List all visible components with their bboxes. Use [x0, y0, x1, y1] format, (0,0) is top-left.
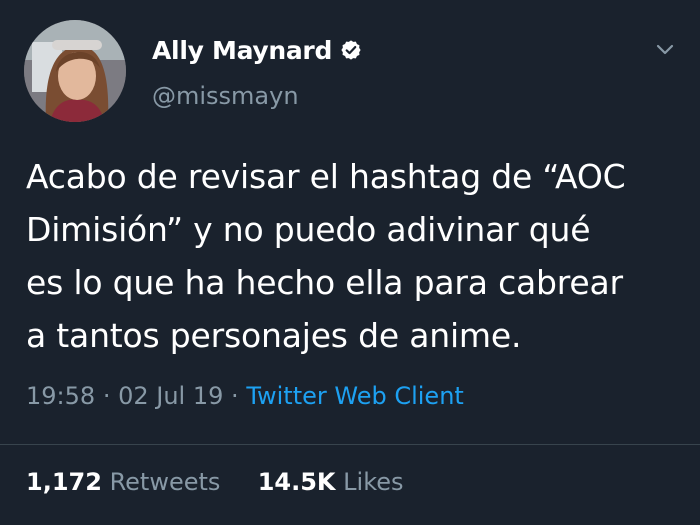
- likes-label: Likes: [343, 468, 404, 496]
- tweet-line: Acabo de revisar el hashtag de “AOC: [26, 157, 626, 196]
- retweets-count: 1,172: [26, 468, 102, 496]
- tweet-line: a tantos personajes de anime.: [26, 316, 522, 355]
- client-link[interactable]: Twitter Web Client: [246, 382, 464, 410]
- tweet-line: Dimisión” y no puedo adivinar qué: [26, 210, 591, 249]
- tweet-time[interactable]: 19:58: [26, 382, 95, 410]
- avatar[interactable]: [24, 20, 126, 122]
- chevron-down-icon[interactable]: [652, 36, 678, 62]
- avatar-image: [24, 20, 126, 122]
- likes-stat[interactable]: 14.5K Likes: [258, 468, 404, 496]
- retweets-label: Retweets: [109, 468, 221, 496]
- likes-count: 14.5K: [257, 468, 336, 496]
- display-name[interactable]: Ally Maynard: [152, 36, 332, 65]
- tweet-date[interactable]: 02 Jul 19: [118, 382, 223, 410]
- author-row[interactable]: Ally Maynard: [152, 30, 362, 70]
- tweet-text: Acabo de revisar el hashtag de “AOC Dimi…: [26, 150, 690, 362]
- meta-separator: ·: [102, 382, 111, 410]
- verified-badge-icon: [340, 39, 362, 61]
- tweet-meta: 19:58 · 02 Jul 19 · Twitter Web Client: [26, 382, 464, 410]
- divider: [0, 444, 700, 445]
- meta-separator: ·: [231, 382, 239, 410]
- retweets-stat[interactable]: 1,172 Retweets: [26, 468, 228, 496]
- user-handle[interactable]: @missmayn: [152, 82, 299, 110]
- tweet-line: es lo que ha hecho ella para cabrear: [26, 263, 623, 302]
- engagement-stats: 1,172 Retweets 14.5K Likes: [26, 468, 404, 496]
